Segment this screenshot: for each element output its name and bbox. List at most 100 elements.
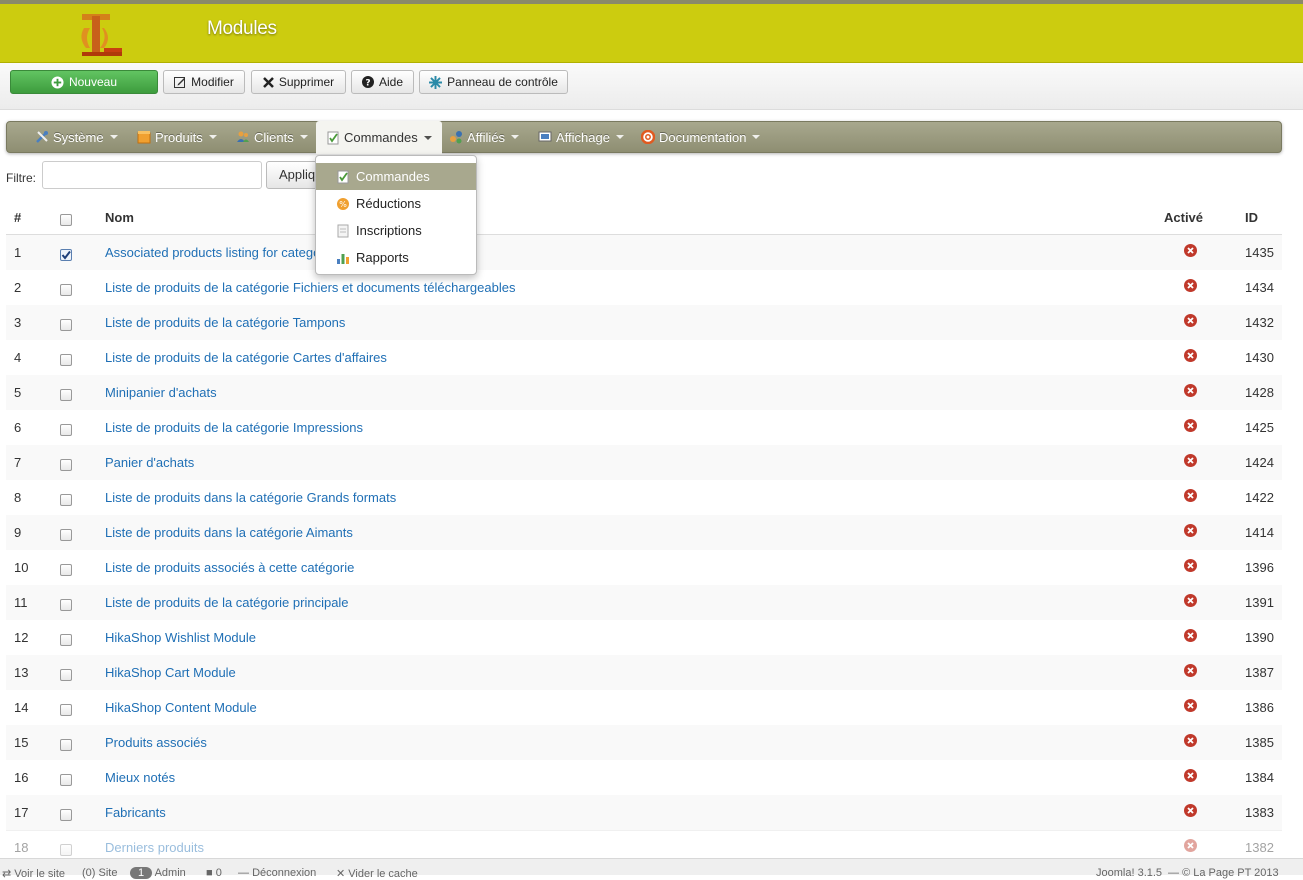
row-checkbox[interactable] [60, 844, 72, 856]
row-number: 3 [14, 315, 22, 330]
module-name-link[interactable]: Panier d'achats [105, 455, 194, 470]
module-id: 1396 [1245, 560, 1274, 575]
module-name-link[interactable]: Liste de produits de la catégorie Cartes… [105, 350, 387, 365]
row-checkbox[interactable] [60, 249, 72, 261]
unpublished-status-icon[interactable] [1184, 769, 1197, 785]
dropdown-item-orders[interactable]: Commandes [316, 163, 476, 190]
unpublished-icon [1184, 664, 1197, 677]
module-id: 1414 [1245, 525, 1274, 540]
row-checkbox[interactable] [60, 529, 72, 541]
unpublished-icon [1184, 524, 1197, 537]
logout-link[interactable]: — Déconnexion [238, 867, 316, 879]
module-name-link[interactable]: Liste de produits de la catégorie princi… [105, 595, 349, 610]
new-button[interactable]: Nouveau [10, 70, 158, 94]
unpublished-status-icon[interactable] [1184, 804, 1197, 820]
edit-button[interactable]: Modifier [163, 70, 245, 94]
row-checkbox[interactable] [60, 354, 72, 366]
delete-button[interactable]: Supprimer [251, 70, 346, 94]
module-name-link[interactable]: Liste de produits dans la catégorie Gran… [105, 490, 396, 505]
menu-orders[interactable]: Commandes [316, 121, 442, 154]
menu-products[interactable]: Produits [137, 122, 217, 152]
module-name-link[interactable]: Associated products listing for category [105, 245, 331, 260]
checkmark-icon [61, 250, 71, 260]
row-checkbox[interactable] [60, 564, 72, 576]
row-number: 14 [14, 700, 29, 715]
unpublished-icon [1184, 489, 1197, 502]
module-name-link[interactable]: Minipanier d'achats [105, 385, 217, 400]
module-id: 1430 [1245, 350, 1274, 365]
menu-system[interactable]: Système [35, 122, 118, 152]
table-row: 6 Liste de produits de la catégorie Impre… [6, 410, 1282, 446]
unpublished-status-icon[interactable] [1184, 244, 1197, 260]
module-name-link[interactable]: Liste de produits de la catégorie Tampon… [105, 315, 345, 330]
column-name[interactable]: Nom [105, 210, 134, 225]
row-checkbox[interactable] [60, 774, 72, 786]
menu-documentation[interactable]: Documentation [641, 122, 761, 152]
unpublished-status-icon[interactable] [1184, 734, 1197, 750]
module-name-link[interactable]: Liste de produits associés à cette catég… [105, 560, 354, 575]
help-button[interactable]: ? Aide [351, 70, 414, 94]
row-checkbox[interactable] [60, 634, 72, 646]
dropdown-item-reports[interactable]: Rapports [316, 244, 476, 271]
row-number: 7 [14, 455, 22, 470]
row-checkbox[interactable] [60, 494, 72, 506]
unpublished-status-icon[interactable] [1184, 419, 1197, 435]
unpublished-status-icon[interactable] [1184, 384, 1197, 400]
dropdown-item-discounts[interactable]: % Réductions [316, 190, 476, 217]
unpublished-status-icon[interactable] [1184, 559, 1197, 575]
module-id: 1428 [1245, 385, 1274, 400]
module-name-link[interactable]: Derniers produits [105, 840, 204, 855]
row-checkbox[interactable] [60, 424, 72, 436]
unpublished-status-icon[interactable] [1184, 349, 1197, 365]
module-name-link[interactable]: HikaShop Content Module [105, 700, 257, 715]
row-number: 11 [14, 595, 28, 610]
row-checkbox[interactable] [60, 599, 72, 611]
unpublished-status-icon[interactable] [1184, 524, 1197, 540]
unpublished-status-icon[interactable] [1184, 629, 1197, 645]
row-checkbox[interactable] [60, 319, 72, 331]
svg-text:%: % [339, 200, 347, 209]
module-id: 1424 [1245, 455, 1274, 470]
unpublished-status-icon[interactable] [1184, 279, 1197, 295]
module-name-link[interactable]: Liste de produits de la catégorie Fichie… [105, 280, 515, 295]
unpublished-status-icon[interactable] [1184, 314, 1197, 330]
unpublished-status-icon[interactable] [1184, 664, 1197, 680]
row-checkbox[interactable] [60, 704, 72, 716]
module-name-link[interactable]: HikaShop Wishlist Module [105, 630, 256, 645]
row-number: 18 [14, 840, 29, 855]
menu-affiliates[interactable]: Affiliés [449, 122, 520, 152]
module-name-link[interactable]: Mieux notés [105, 770, 175, 785]
module-name-link[interactable]: Liste de produits dans la catégorie Aima… [105, 525, 353, 540]
menu-customers[interactable]: Clients [236, 122, 308, 152]
module-name-link[interactable]: Liste de produits de la catégorie Impres… [105, 420, 363, 435]
module-name-link[interactable]: HikaShop Cart Module [105, 665, 236, 680]
module-name-link[interactable]: Fabricants [105, 805, 166, 820]
menu-display[interactable]: Affichage [538, 122, 624, 152]
control-panel-button[interactable]: Panneau de contrôle [419, 70, 568, 94]
row-number: 16 [14, 770, 29, 785]
column-active[interactable]: Activé [1164, 210, 1203, 225]
row-checkbox[interactable] [60, 739, 72, 751]
row-checkbox[interactable] [60, 669, 72, 681]
table-row: 12 HikaShop Wishlist Module 1390 [6, 620, 1282, 656]
table-row: 2 Liste de produits de la catégorie Fichi… [6, 270, 1282, 306]
chevron-down-icon [109, 135, 118, 139]
new-button-label: Nouveau [68, 75, 118, 89]
module-name-link[interactable]: Produits associés [105, 735, 207, 750]
row-checkbox[interactable] [60, 809, 72, 821]
unpublished-status-icon[interactable] [1184, 594, 1197, 610]
column-id[interactable]: ID [1245, 210, 1258, 225]
unpublished-status-icon[interactable] [1184, 699, 1197, 715]
unpublished-status-icon[interactable] [1184, 454, 1197, 470]
unpublished-status-icon[interactable] [1184, 839, 1197, 855]
table-row: 15 Produits associés 1385 [6, 725, 1282, 761]
unpublished-status-icon[interactable] [1184, 489, 1197, 505]
row-checkbox[interactable] [60, 459, 72, 471]
dropdown-item-registrations[interactable]: Inscriptions [316, 217, 476, 244]
row-checkbox[interactable] [60, 284, 72, 296]
filter-input[interactable] [42, 161, 262, 189]
messages-count[interactable]: ■ 0 [206, 867, 222, 879]
row-checkbox[interactable] [60, 389, 72, 401]
status-bar: ⇄ Voir le site (0) Site 1 Admin ■ 0 — Dé… [0, 858, 1303, 880]
select-all-checkbox[interactable] [60, 214, 72, 226]
